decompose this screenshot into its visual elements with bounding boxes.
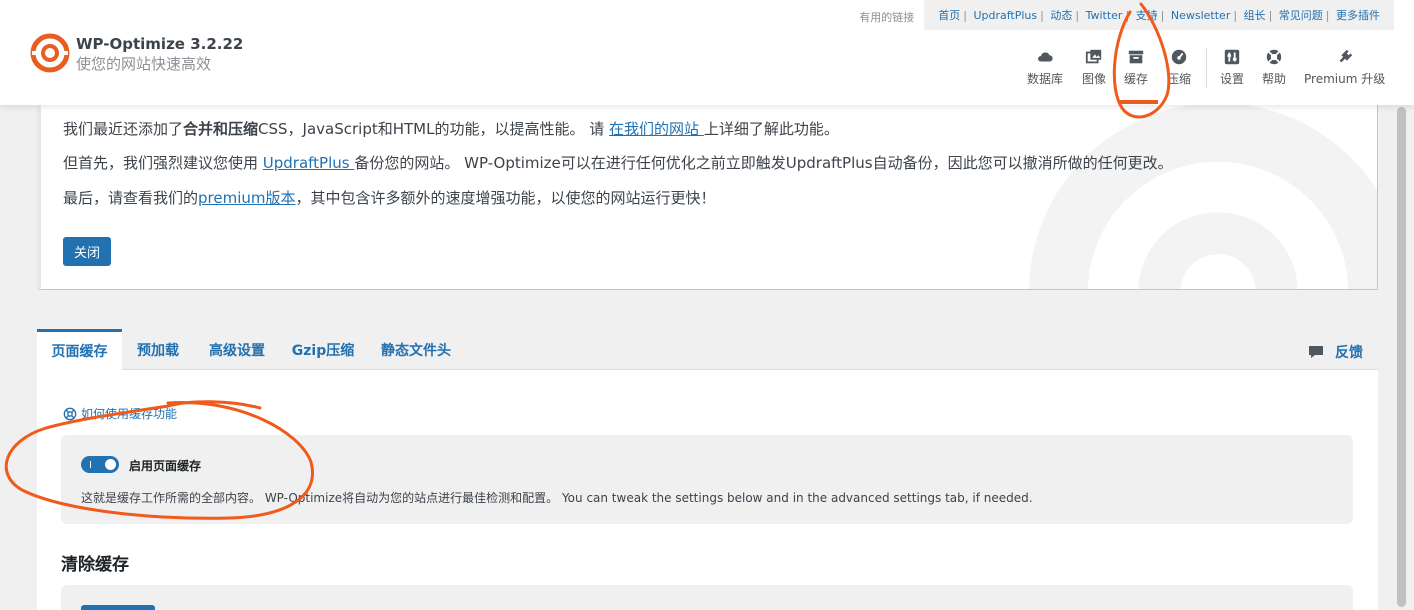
- feedback-label: 反馈: [1335, 345, 1363, 361]
- help-icon: [63, 407, 77, 420]
- images-icon: [1085, 49, 1102, 64]
- useful-links-bar: 有用的链接 首页 | UpdraftPlus | 动态 | Twitter | 支持 | …: [859, 0, 1394, 30]
- purge-cache-section: [61, 585, 1353, 610]
- useful-links: 首页 | UpdraftPlus | 动态 | Twitter | 支持 | Newsle…: [924, 0, 1394, 30]
- watermark-logo-icon: [1029, 103, 1377, 289]
- purge-cache-heading: 清除缓存: [61, 555, 129, 575]
- enable-page-cache-toggle[interactable]: [81, 456, 119, 473]
- nav-label: 帮助: [1262, 72, 1287, 86]
- cache-description: 这就是缓存工作所需的全部内容。 WP-Optimize将自动为您的站点进行最佳检…: [81, 491, 1033, 505]
- close-button[interactable]: 关闭: [63, 237, 111, 266]
- premium-version-link[interactable]: premium版本: [198, 189, 296, 207]
- nav-database[interactable]: 数据库: [1027, 48, 1063, 87]
- link-news[interactable]: 动态: [1050, 9, 1072, 22]
- nav-label: 图像: [1082, 72, 1107, 86]
- notice-line-2: 但首先，我们强烈建议您使用 UpdraftPlus 备份您的网站。 WP-Opt…: [63, 154, 1173, 172]
- useful-links-label: 有用的链接: [859, 11, 915, 24]
- nav-label: 数据库: [1027, 72, 1064, 86]
- brand-subtitle: 使您的网站快速高效: [76, 55, 212, 73]
- scrollbar-thumb[interactable]: [1397, 107, 1406, 607]
- cloud-icon: [1038, 52, 1053, 62]
- enable-cache-setting: [61, 435, 1353, 524]
- nav-premium[interactable]: Premium 升级: [1304, 48, 1385, 87]
- comment-icon: [1309, 346, 1323, 358]
- updraftplus-link[interactable]: UpdraftPlus: [263, 154, 355, 172]
- nav-active-indicator: [1118, 100, 1158, 104]
- link-support[interactable]: 支持: [1136, 9, 1158, 22]
- nav-minify[interactable]: 压缩: [1167, 48, 1191, 87]
- nav-images[interactable]: 图像: [1082, 48, 1106, 87]
- nav-cache[interactable]: 缓存: [1124, 48, 1148, 87]
- purge-cache-button[interactable]: [81, 605, 155, 610]
- link-twitter[interactable]: Twitter: [1086, 9, 1123, 22]
- nav-help[interactable]: 帮助: [1262, 48, 1286, 87]
- nav-settings[interactable]: 设置: [1220, 48, 1244, 87]
- nav-label: Premium 升级: [1304, 72, 1386, 86]
- archive-icon: [1128, 50, 1144, 64]
- tab-static-headers[interactable]: 静态文件头: [370, 329, 462, 370]
- help-icon: [1266, 49, 1282, 65]
- enable-page-cache-label: 启用页面缓存: [129, 459, 202, 473]
- link-team-lead[interactable]: 组长: [1244, 9, 1266, 22]
- link-faq[interactable]: 常见问题: [1279, 9, 1323, 22]
- how-to-use-cache-link[interactable]: 如何使用缓存功能: [63, 405, 177, 422]
- feedback-link[interactable]: 反馈: [1308, 342, 1363, 362]
- link-home[interactable]: 首页: [938, 9, 960, 22]
- link-updraftplus[interactable]: UpdraftPlus: [973, 9, 1037, 22]
- tab-gzip[interactable]: Gzip压缩: [284, 329, 362, 370]
- settings-icon: [1224, 49, 1240, 65]
- wp-optimize-logo: [30, 33, 70, 73]
- tab-preload[interactable]: 预加载: [126, 329, 190, 370]
- notice-line-1: 我们最近还添加了合并和压缩CSS，JavaScript和HTML的功能，以提高性…: [63, 120, 839, 138]
- nav-label: 压缩: [1167, 72, 1192, 86]
- feature-notice: 我们最近还添加了合并和压缩CSS，JavaScript和HTML的功能，以提高性…: [37, 100, 1378, 290]
- tab-page-cache[interactable]: 页面缓存: [37, 329, 122, 370]
- link-more-plugins[interactable]: 更多插件: [1336, 9, 1380, 22]
- app-header: 有用的链接 首页 | UpdraftPlus | 动态 | Twitter | 支持 | …: [0, 0, 1414, 105]
- our-website-link[interactable]: 在我们的网站: [609, 120, 704, 138]
- plug-icon: [1339, 49, 1352, 63]
- link-newsletter[interactable]: Newsletter: [1171, 9, 1230, 22]
- nav-divider: [1206, 48, 1207, 88]
- dashboard-icon: [1171, 49, 1187, 65]
- tab-advanced-settings[interactable]: 高级设置: [198, 329, 276, 370]
- brand-title: WP-Optimize 3.2.22: [76, 35, 244, 53]
- nav-label: 设置: [1220, 72, 1245, 86]
- nav-label: 缓存: [1124, 72, 1149, 86]
- notice-line-3: 最后，请查看我们的premium版本，其中包含许多额外的速度增强功能，以使您的网…: [63, 189, 716, 207]
